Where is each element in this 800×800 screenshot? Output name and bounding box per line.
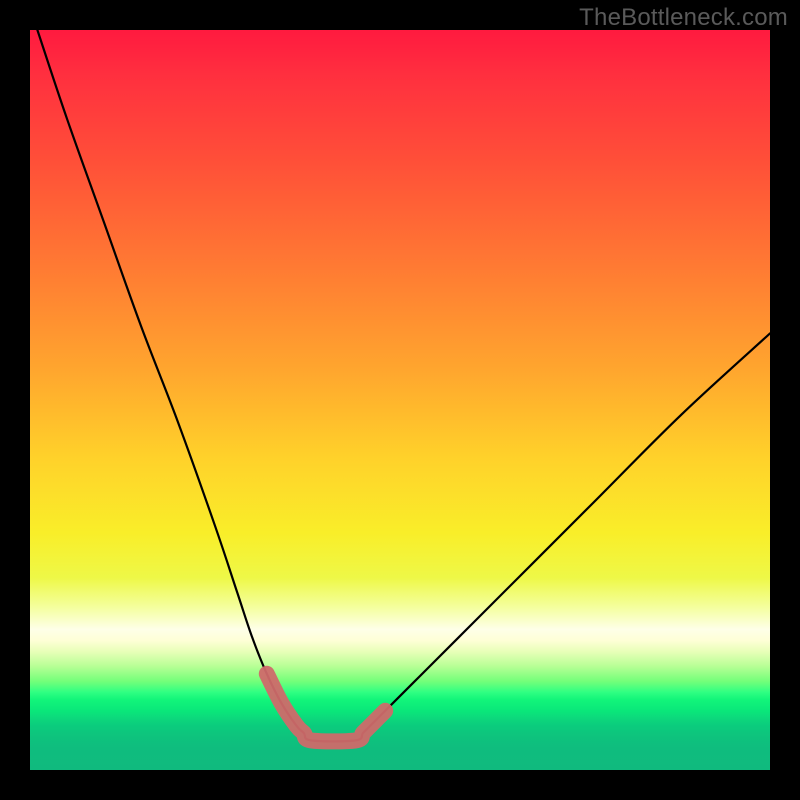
watermark-text: TheBottleneck.com — [579, 4, 788, 32]
curves-svg — [30, 30, 770, 770]
valley-highlight-path — [267, 674, 385, 742]
chart-frame: TheBottleneck.com — [0, 0, 800, 800]
bottleneck-curve-path — [37, 30, 770, 741]
plot-area — [30, 30, 770, 770]
